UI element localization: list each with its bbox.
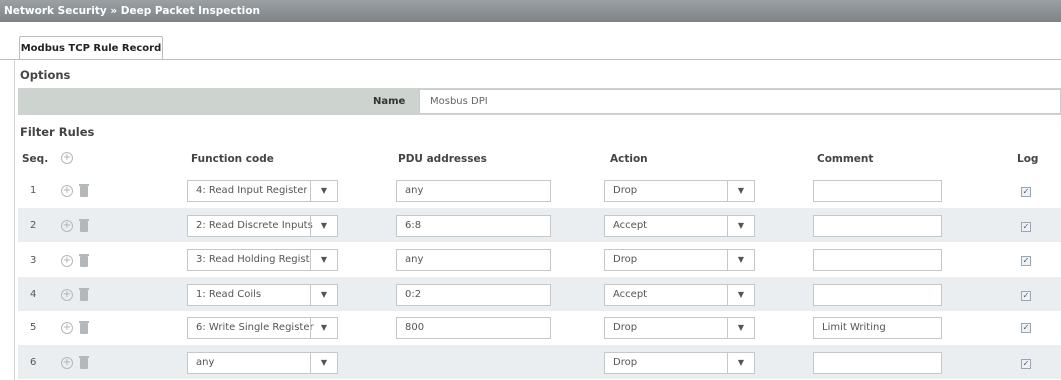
header-log: Log (1017, 153, 1039, 165)
action-select[interactable]: Drop ▼ (604, 180, 755, 202)
action-select[interactable]: Drop ▼ (604, 317, 755, 339)
caret-down-icon[interactable]: ▼ (310, 250, 337, 270)
comment-input[interactable] (813, 249, 942, 271)
comment-input[interactable] (813, 180, 942, 202)
function-code-select[interactable]: 1: Read Coils ▼ (187, 284, 338, 306)
caret-down-icon[interactable]: ▼ (727, 318, 754, 338)
row-seq: 2 (30, 220, 37, 231)
name-input[interactable]: Mosbus DPI (419, 89, 1061, 114)
action-select[interactable]: Accept ▼ (604, 284, 755, 306)
insert-row-icon[interactable]: + (61, 220, 73, 232)
caret-down-icon[interactable]: ▼ (727, 285, 754, 305)
caret-down-icon[interactable]: ▼ (310, 285, 337, 305)
insert-row-icon[interactable]: + (61, 289, 73, 301)
caret-down-icon[interactable]: ▼ (310, 318, 337, 338)
caret-down-icon[interactable]: ▼ (310, 181, 337, 201)
action-value: Accept (613, 289, 648, 300)
action-select[interactable]: Drop ▼ (604, 352, 755, 374)
trash-icon[interactable] (79, 321, 89, 334)
caret-down-icon[interactable]: ▼ (310, 353, 337, 373)
insert-row-icon[interactable]: + (61, 255, 73, 267)
function-code-value: 4: Read Input Register (196, 185, 308, 196)
tab-strip: Modbus TCP Rule Record (0, 22, 1061, 60)
function-code-value: 1: Read Coils (196, 289, 262, 300)
caret-down-icon[interactable]: ▼ (727, 181, 754, 201)
row-seq: 6 (30, 357, 37, 368)
log-checkbox[interactable]: ✓ (1021, 187, 1031, 197)
trash-icon[interactable] (79, 219, 89, 232)
caret-down-icon[interactable]: ▼ (727, 353, 754, 373)
comment-input[interactable] (813, 284, 942, 306)
comment-input[interactable] (813, 215, 942, 237)
insert-row-icon[interactable]: + (61, 322, 73, 334)
function-code-value: 2: Read Discrete Inputs (196, 220, 313, 231)
comment-input[interactable] (813, 352, 942, 374)
log-checkbox[interactable]: ✓ (1021, 323, 1031, 333)
header-pdu-addresses: PDU addresses (398, 153, 487, 165)
log-checkbox[interactable]: ✓ (1021, 359, 1031, 369)
log-checkbox[interactable]: ✓ (1021, 291, 1031, 301)
action-value: Drop (613, 322, 638, 333)
row-seq: 3 (30, 255, 37, 266)
name-label: Name (373, 96, 406, 107)
action-select[interactable]: Accept ▼ (604, 215, 755, 237)
tab-modbus-tcp-rule-record[interactable]: Modbus TCP Rule Record (19, 36, 163, 60)
trash-icon[interactable] (79, 288, 89, 301)
function-code-select[interactable]: 4: Read Input Register ▼ (187, 180, 338, 202)
action-value: Drop (613, 357, 638, 368)
pdu-addresses-input[interactable]: any (396, 249, 551, 271)
action-value: Accept (613, 220, 648, 231)
filter-rules-title: Filter Rules (20, 125, 95, 139)
row-seq: 1 (30, 185, 37, 196)
trash-icon[interactable] (79, 254, 89, 267)
header-comment: Comment (817, 153, 874, 165)
caret-down-icon[interactable]: ▼ (310, 216, 337, 236)
add-rule-icon[interactable]: + (61, 152, 73, 164)
options-title: Options (20, 68, 71, 82)
trash-icon[interactable] (79, 184, 89, 197)
breadcrumb: Network Security » Deep Packet Inspectio… (0, 0, 1061, 22)
function-code-select[interactable]: 3: Read Holding Register ▼ (187, 249, 338, 271)
action-value: Drop (613, 254, 638, 265)
insert-row-icon[interactable]: + (61, 357, 73, 369)
log-checkbox[interactable]: ✓ (1021, 222, 1031, 232)
caret-down-icon[interactable]: ▼ (727, 250, 754, 270)
function-code-select[interactable]: 2: Read Discrete Inputs ▼ (187, 215, 338, 237)
row-seq: 4 (30, 289, 37, 300)
header-seq: Seq. (22, 153, 49, 165)
pdu-addresses-input[interactable]: 6:8 (396, 215, 551, 237)
function-code-value: any (196, 357, 215, 368)
action-value: Drop (613, 185, 638, 196)
function-code-select[interactable]: any ▼ (187, 352, 338, 374)
insert-row-icon[interactable]: + (61, 185, 73, 197)
pdu-addresses-input[interactable]: 800 (396, 317, 551, 339)
function-code-value: 6: Write Single Register (196, 322, 314, 333)
header-function-code: Function code (191, 153, 274, 165)
pdu-addresses-input[interactable]: 0:2 (396, 284, 551, 306)
log-checkbox[interactable]: ✓ (1021, 256, 1031, 266)
trash-icon[interactable] (79, 356, 89, 369)
comment-input[interactable]: Limit Writing (813, 317, 942, 339)
action-select[interactable]: Drop ▼ (604, 249, 755, 271)
header-action: Action (610, 153, 648, 165)
function-code-select[interactable]: 6: Write Single Register ▼ (187, 317, 338, 339)
pdu-addresses-input[interactable]: any (396, 180, 551, 202)
function-code-value: 3: Read Holding Register (196, 254, 311, 265)
caret-down-icon[interactable]: ▼ (727, 216, 754, 236)
row-seq: 5 (30, 322, 37, 333)
